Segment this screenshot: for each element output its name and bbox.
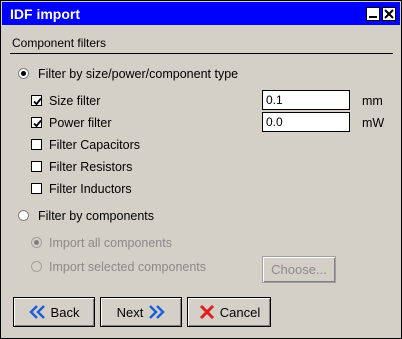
filter-by-components-label: Filter by components bbox=[38, 209, 155, 223]
filter-by-type-radio[interactable] bbox=[18, 68, 29, 79]
filter-inductors-label: Filter Inductors bbox=[49, 182, 132, 196]
next-button[interactable]: Next bbox=[100, 297, 182, 327]
title-bar[interactable]: IDF import bbox=[2, 2, 400, 25]
double-right-arrow-icon bbox=[147, 305, 166, 319]
filter-capacitors-checkbox[interactable] bbox=[31, 139, 42, 150]
cancel-x-icon bbox=[198, 304, 216, 320]
cancel-button-label: Cancel bbox=[219, 304, 261, 320]
filter-by-type-label: Filter by size/power/component type bbox=[38, 67, 239, 81]
power-filter-input[interactable] bbox=[262, 112, 350, 132]
window-title: IDF import bbox=[10, 6, 80, 22]
filter-by-components-radio[interactable] bbox=[18, 210, 29, 221]
choose-button[interactable]: Choose... bbox=[262, 256, 336, 283]
size-filter-label: Size filter bbox=[49, 94, 101, 108]
filter-capacitors-label: Filter Capacitors bbox=[49, 138, 140, 152]
import-selected-radio[interactable] bbox=[31, 261, 42, 272]
size-unit: mm bbox=[362, 94, 383, 108]
minimize-icon[interactable] bbox=[366, 7, 380, 21]
divider bbox=[10, 53, 393, 54]
power-filter-checkbox[interactable] bbox=[31, 117, 42, 128]
choose-button-label: Choose... bbox=[271, 262, 327, 277]
filter-inductors-checkbox[interactable] bbox=[31, 183, 42, 194]
size-filter-checkbox[interactable] bbox=[31, 95, 42, 106]
section-label: Component filters bbox=[12, 36, 107, 50]
cancel-button[interactable]: Cancel bbox=[187, 297, 271, 327]
power-filter-label: Power filter bbox=[49, 116, 112, 130]
close-icon[interactable] bbox=[382, 7, 396, 21]
double-left-arrow-icon bbox=[28, 305, 47, 319]
import-all-radio[interactable] bbox=[31, 237, 42, 248]
filter-resistors-checkbox[interactable] bbox=[31, 161, 42, 172]
filter-resistors-label: Filter Resistors bbox=[49, 160, 133, 174]
back-button-label: Back bbox=[50, 304, 80, 320]
next-button-label: Next bbox=[116, 304, 144, 320]
import-all-label: Import all components bbox=[49, 236, 172, 250]
idf-import-dialog: IDF import Component filters Filter by s… bbox=[0, 0, 402, 339]
import-selected-label: Import selected components bbox=[49, 260, 207, 274]
back-button[interactable]: Back bbox=[13, 297, 95, 327]
power-unit: mW bbox=[362, 116, 385, 130]
size-filter-input[interactable] bbox=[262, 90, 350, 110]
